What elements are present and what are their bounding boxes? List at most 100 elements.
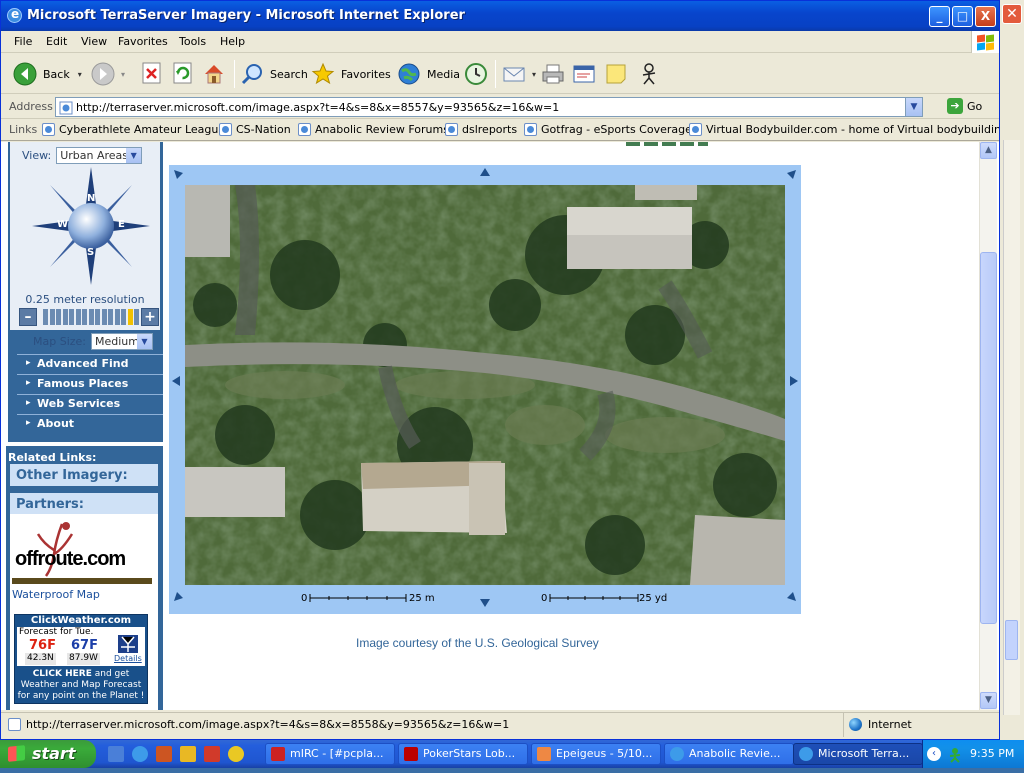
search-button[interactable]: Search — [240, 60, 308, 88]
edit-button[interactable] — [572, 60, 602, 88]
history-button[interactable] — [464, 60, 494, 88]
app-quicklaunch-icon[interactable] — [180, 746, 196, 762]
media-button[interactable]: Media — [397, 60, 460, 88]
partners-header: Partners: — [10, 493, 158, 515]
compass-north[interactable]: N — [87, 193, 95, 204]
scroll-thumb[interactable] — [980, 252, 997, 624]
stop-button[interactable] — [141, 60, 171, 88]
link-virtual-bodybuilder[interactable]: Virtual Bodybuilder.com - home of Virtua… — [689, 123, 999, 136]
view-select[interactable]: Urban Areas ▼ — [56, 147, 143, 164]
messenger-tray-icon[interactable] — [947, 746, 963, 763]
menu-file[interactable]: File — [14, 35, 32, 48]
link-cs-nation[interactable]: CS-Nation — [219, 123, 291, 136]
pan-east-icon[interactable] — [790, 376, 798, 386]
details-link[interactable]: Details — [114, 654, 142, 663]
status-bar: http://terraserver.microsoft.com/image.a… — [1, 712, 999, 737]
home-button[interactable] — [202, 60, 232, 88]
pan-west-icon[interactable] — [172, 376, 180, 386]
search-label: Search — [270, 67, 308, 81]
task-epeigeus[interactable]: Epeigeus - 5/10... — [531, 743, 661, 765]
menu-tools[interactable]: Tools — [179, 35, 206, 48]
link-gotfrag[interactable]: Gotfrag - eSports Coverage — [524, 123, 692, 136]
menu-view[interactable]: View — [81, 35, 107, 48]
address-dropdown-icon[interactable]: ▼ — [905, 98, 922, 116]
zoom-level-segment[interactable] — [95, 309, 100, 325]
app-quicklaunch-icon[interactable] — [204, 746, 220, 762]
zoom-level-segment[interactable] — [101, 309, 107, 325]
task-pokerstars[interactable]: PokerStars Lob... — [398, 743, 528, 765]
menu-favorites[interactable]: Favorites — [118, 35, 168, 48]
history-clock-icon — [464, 62, 488, 86]
zoom-level-segment[interactable] — [121, 309, 126, 325]
pan-north-icon[interactable] — [480, 168, 490, 176]
start-button[interactable]: start — [0, 740, 96, 768]
link-anabolic-review[interactable]: Anabolic Review Forums — [298, 123, 449, 136]
compass-south[interactable]: S — [87, 247, 94, 258]
ie-quicklaunch-icon[interactable] — [132, 746, 148, 762]
zoom-level-segment[interactable] — [56, 309, 61, 325]
link-dslreports[interactable]: dslreports — [445, 123, 517, 136]
pan-northwest-icon[interactable] — [174, 170, 183, 179]
nav-web-services[interactable]: Web Services — [17, 394, 163, 412]
minimize-button[interactable]: _ — [929, 6, 950, 27]
favorites-button[interactable]: Favorites — [311, 60, 391, 88]
zoom-level-segment[interactable] — [69, 309, 74, 325]
link-cyberathlete[interactable]: Cyberathlete Amateur League — [42, 123, 225, 136]
close-button[interactable]: X — [975, 6, 996, 27]
scroll-down-icon[interactable]: ▼ — [980, 692, 997, 709]
zoom-level-segment[interactable] — [49, 309, 55, 325]
vertical-scrollbar[interactable]: ▲ ▼ — [979, 142, 997, 710]
maximize-button[interactable]: □ — [952, 6, 973, 27]
address-input[interactable] — [76, 100, 896, 114]
refresh-button[interactable] — [172, 60, 202, 88]
task-microsoft-terraserver[interactable]: Microsoft Terra... — [793, 743, 923, 765]
menu-edit[interactable]: Edit — [46, 35, 67, 48]
compass-rose[interactable]: N S W E — [30, 165, 152, 287]
app-quicklaunch-icon[interactable] — [156, 746, 172, 762]
show-desktop-icon[interactable] — [108, 746, 124, 762]
go-button[interactable]: ➔ Go — [947, 98, 982, 114]
zoom-level-segment[interactable] — [108, 309, 113, 325]
back-button[interactable]: Back ▾ — [13, 60, 82, 88]
background-close-icon[interactable]: ✕ — [1002, 4, 1022, 24]
print-button[interactable] — [541, 60, 571, 88]
zoom-level-segment[interactable] — [75, 309, 81, 325]
compass-west[interactable]: W — [57, 219, 68, 230]
tray-expand-icon[interactable]: ‹ — [927, 747, 941, 761]
compass-east[interactable]: E — [118, 219, 125, 230]
scroll-up-icon[interactable]: ▲ — [980, 142, 997, 159]
messenger-button[interactable] — [637, 60, 667, 88]
zoom-level-segment[interactable] — [43, 309, 48, 325]
discuss-button[interactable] — [604, 60, 634, 88]
mail-button[interactable]: ▾ — [502, 60, 536, 88]
task-mirc[interactable]: mIRC - [#pcpla... — [265, 743, 395, 765]
zoom-level-segment[interactable] — [127, 309, 133, 325]
map-size-select[interactable]: Medium ▼ — [91, 333, 153, 350]
ie-icon — [7, 7, 22, 23]
task-anabolic-review[interactable]: Anabolic Revie... — [664, 743, 794, 765]
nav-about[interactable]: About — [17, 414, 163, 432]
zoom-in-button[interactable]: + — [141, 308, 159, 326]
nav-advanced-find[interactable]: Advanced Find — [17, 354, 163, 372]
link-page-icon — [445, 123, 458, 136]
weather-icon — [118, 635, 138, 653]
nav-famous-places[interactable]: Famous Places — [17, 374, 163, 392]
pan-northeast-icon[interactable] — [787, 170, 796, 179]
back-arrow-icon — [13, 62, 37, 86]
forward-button[interactable]: ▾ — [91, 60, 125, 88]
address-box[interactable]: ▼ — [55, 97, 923, 117]
aerial-image[interactable] — [185, 185, 785, 585]
clickweather-ad[interactable]: ClickWeather.com Forecast for Tue. 76F 6… — [14, 614, 148, 704]
security-zone: Internet — [843, 713, 999, 737]
zoom-level-segment[interactable] — [88, 309, 94, 325]
zoom-level-segment[interactable] — [134, 309, 139, 325]
waterproof-map-link[interactable]: Waterproof Map — [12, 588, 100, 601]
zoom-level-segment[interactable] — [82, 309, 87, 325]
menu-help[interactable]: Help — [220, 35, 245, 48]
zoom-out-button[interactable]: – — [19, 308, 37, 326]
zoom-level-segment[interactable] — [114, 309, 120, 325]
title-bar[interactable]: Microsoft TerraServer Imagery - Microsof… — [1, 1, 999, 31]
ie-window: Microsoft TerraServer Imagery - Microsof… — [0, 0, 1000, 740]
zoom-level-segment[interactable] — [62, 309, 68, 325]
app-quicklaunch-icon[interactable] — [228, 746, 244, 762]
